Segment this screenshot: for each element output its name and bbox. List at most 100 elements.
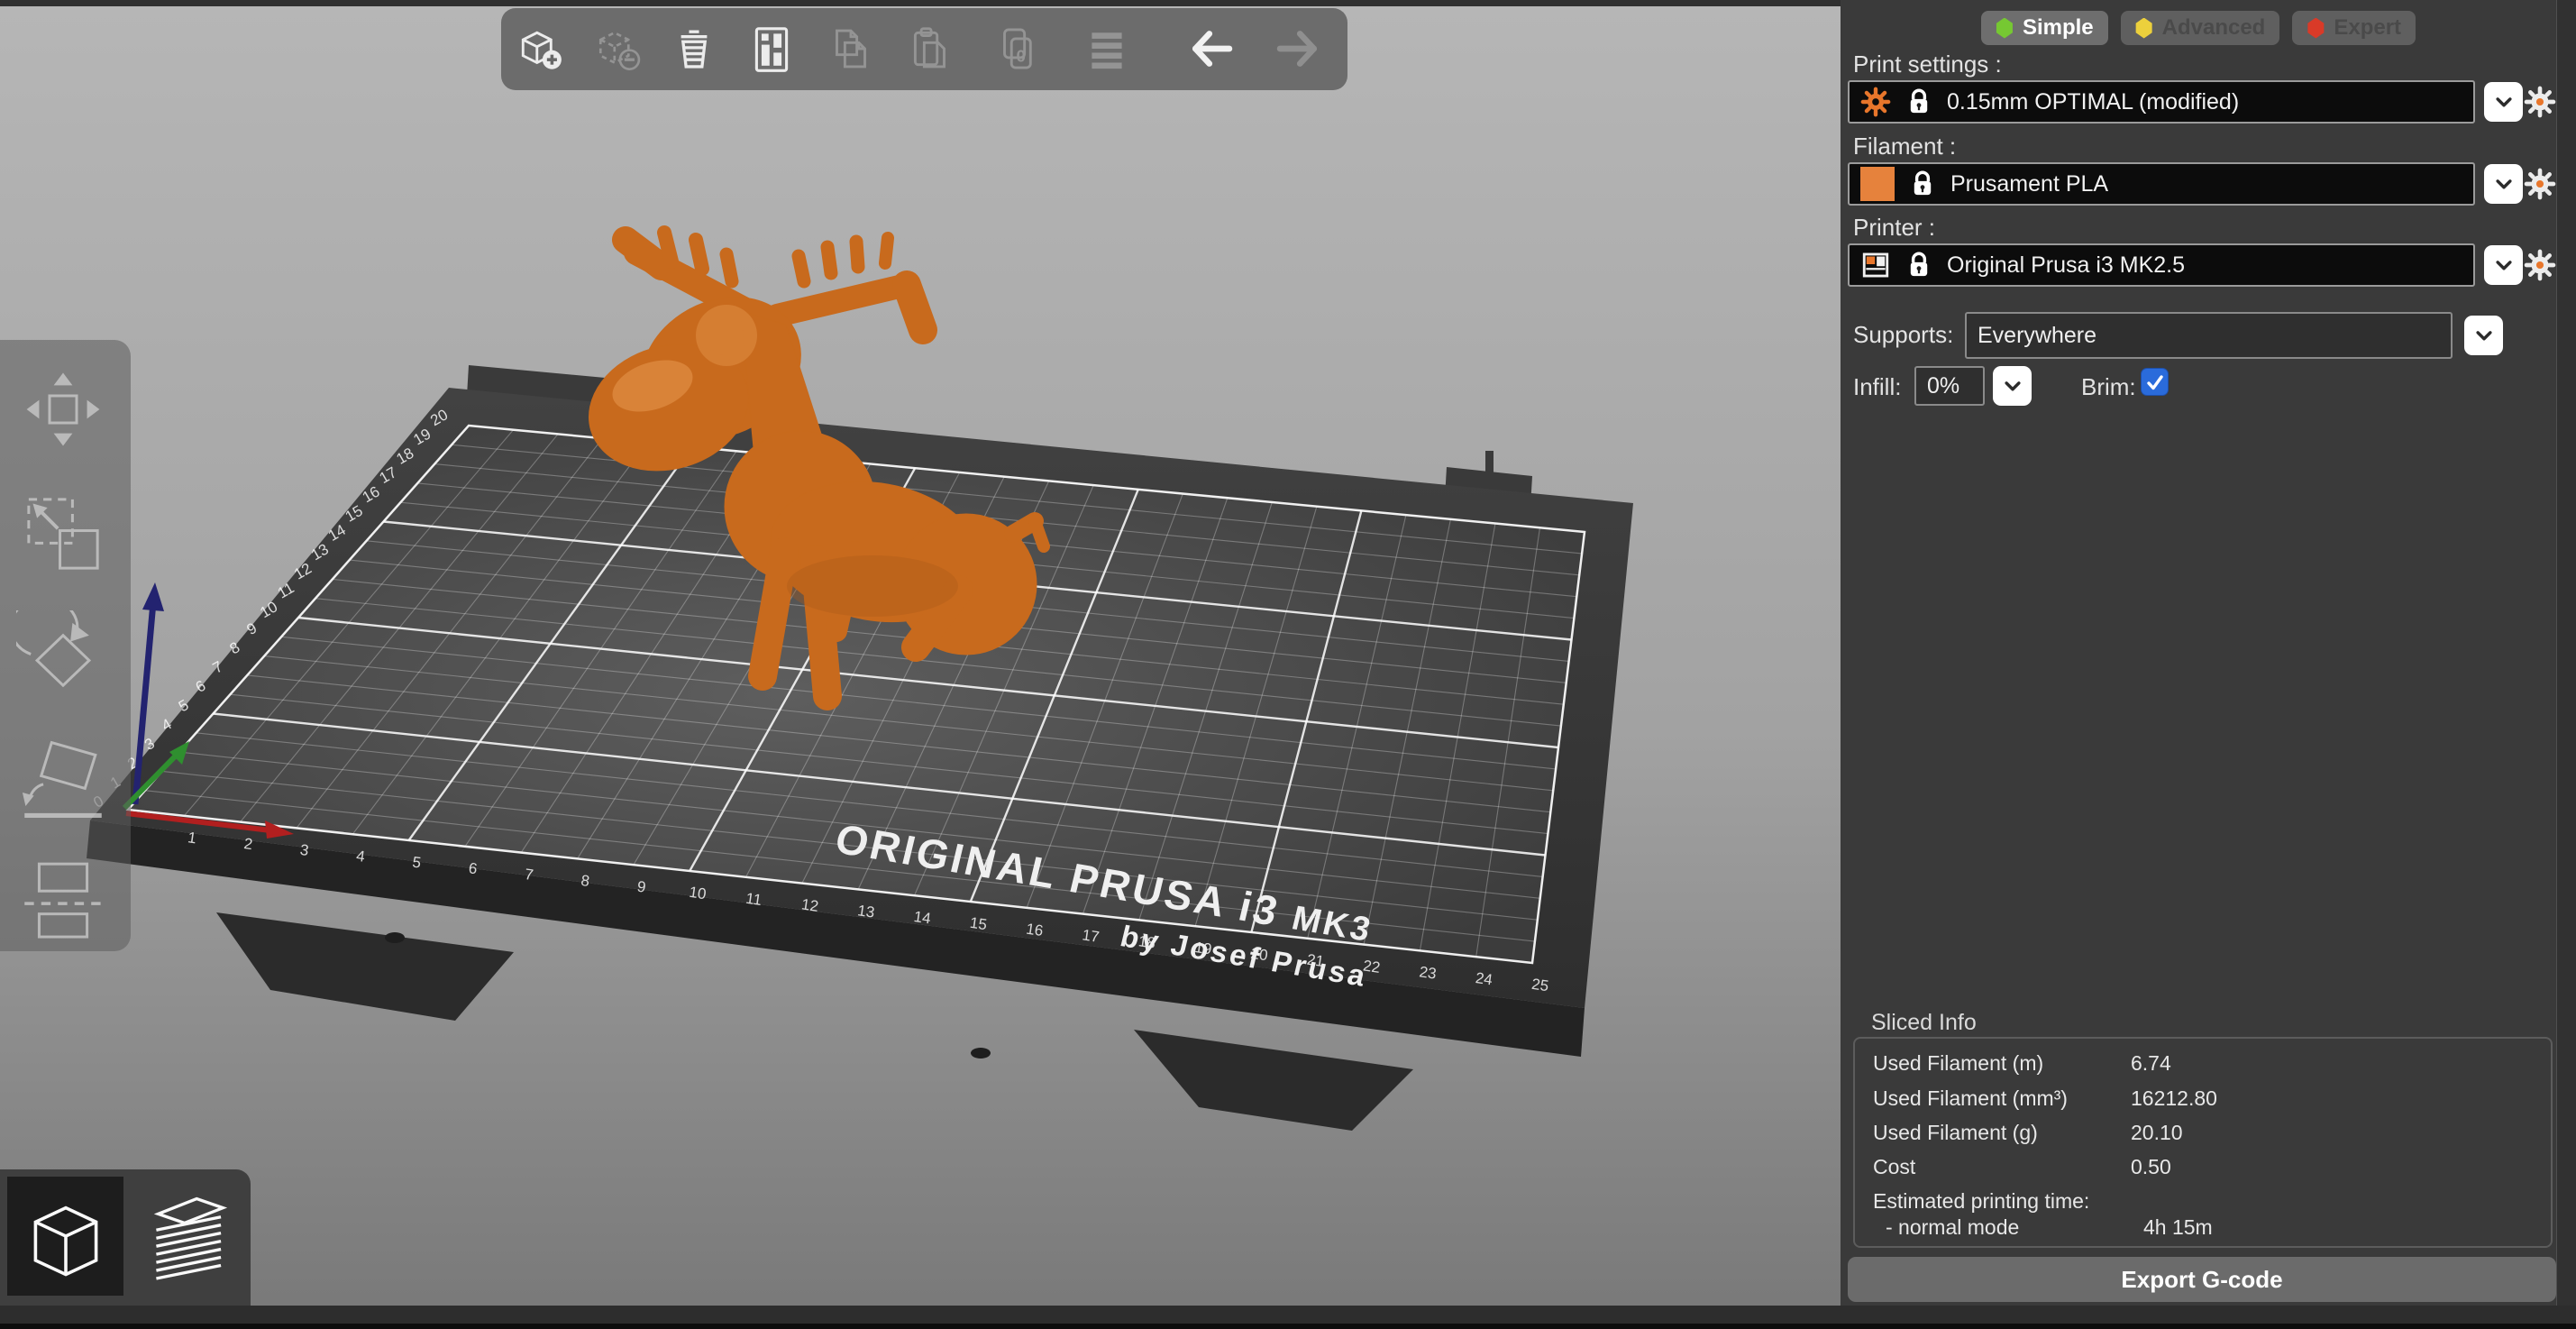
filament-value: Prusament PLA [1950, 171, 2108, 197]
mode-expert-label: Expert [2334, 15, 2401, 41]
lock-icon [1904, 250, 1934, 280]
viewport-3d: 1234567891011121314151617181920212223242… [0, 0, 1841, 1329]
add-cube-icon [511, 21, 567, 77]
filament-combo[interactable]: Prusament PLA [1848, 162, 2475, 206]
status-bar [0, 1306, 2576, 1324]
printer-gear-button[interactable] [2524, 249, 2556, 281]
bed-ruler-number: 12 [800, 895, 819, 914]
sliced-info-row: Used Filament (m) 6.74 [1873, 1051, 2531, 1076]
sidebar-scrollbar[interactable] [2556, 0, 2576, 1306]
split-button[interactable] [1073, 14, 1141, 83]
mode-expert-button[interactable]: Expert [2292, 11, 2416, 45]
mode-simple-label: Simple [2023, 15, 2094, 41]
mode-switcher: Simple Advanced Expert [1841, 11, 2556, 45]
prusaslicer-window: 1234567891011121314151617181920212223242… [0, 0, 2576, 1329]
chevron-down-icon [2490, 88, 2517, 115]
gear-icon [2524, 249, 2556, 281]
layers-icon [1079, 21, 1135, 77]
sliced-info-title: Sliced Info [1871, 1010, 1977, 1036]
brim-checkbox[interactable] [2141, 368, 2169, 396]
sliced-info-row: - normal mode 4h 15m [1873, 1215, 2531, 1240]
delete-all-button[interactable] [660, 14, 728, 83]
window-bottom-edge [0, 1324, 2576, 1329]
chevron-down-icon [1999, 372, 2026, 399]
lock-icon [1904, 87, 1934, 117]
copy-button[interactable] [817, 14, 885, 83]
left-toolbar [0, 340, 131, 951]
print-settings-combo[interactable]: 0.15mm OPTIMAL (modified) [1848, 80, 2475, 124]
undo-button[interactable] [1177, 14, 1246, 83]
print-settings-label: Print settings : [1853, 50, 2002, 78]
trash-icon [666, 21, 722, 77]
sliced-info-row: Used Filament (g) 20.10 [1873, 1121, 2531, 1145]
expert-mode-icon [2307, 18, 2325, 39]
sliced-info-row: Used Filament (mm³) 16212.80 [1873, 1086, 2531, 1111]
instances-button[interactable]: 0 [984, 14, 1053, 83]
scale-icon [16, 487, 110, 581]
view-layers-button[interactable] [128, 1177, 244, 1296]
bed-ruler-number: 16 [1025, 921, 1044, 939]
bed-ruler-number: 24 [1475, 969, 1494, 988]
arrange-button[interactable] [737, 14, 806, 83]
paste-icon [902, 21, 958, 77]
supports-label: Supports: [1853, 321, 1953, 349]
cut-tool-button[interactable] [9, 843, 117, 949]
infill-value: 0% [1927, 373, 1959, 399]
bed-ruler-number: 25 [1530, 976, 1549, 994]
filament-gear-button[interactable] [2524, 168, 2556, 200]
instances-icon: 0 [991, 21, 1046, 77]
print-settings-gear-button[interactable] [2524, 86, 2556, 118]
rotate-icon [16, 610, 110, 704]
gear-icon [2524, 168, 2556, 200]
add-object-button[interactable] [505, 14, 573, 83]
mode-simple-button[interactable]: Simple [1981, 11, 2108, 45]
supports-dropdown-button[interactable] [2464, 316, 2503, 355]
infill-dropdown-button[interactable] [1993, 366, 2032, 406]
bed-ruler-number: 17 [1082, 926, 1101, 945]
bed-ruler-number: 13 [856, 902, 875, 921]
sliced-info-row: Cost 0.50 [1873, 1155, 2531, 1179]
print-settings-value: 0.15mm OPTIMAL (modified) [1947, 89, 2239, 115]
filament-dropdown-button[interactable] [2484, 164, 2523, 204]
sliced-info-row: Estimated printing time: [1873, 1189, 2531, 1214]
layers-stack-icon [136, 1186, 237, 1287]
lock-icon [1907, 169, 1938, 199]
brim-label: Brim: [2081, 373, 2136, 401]
redo-button[interactable] [1264, 14, 1332, 83]
supports-combo[interactable]: Everywhere [1965, 312, 2453, 359]
delete-object-button[interactable] [582, 14, 651, 83]
bed-ruler-number: 14 [913, 908, 932, 927]
check-icon [2144, 371, 2166, 393]
scale-tool-button[interactable] [9, 481, 117, 587]
mode-advanced-label: Advanced [2162, 15, 2266, 41]
view-3d-button[interactable] [7, 1177, 123, 1296]
svg-text:0: 0 [1017, 46, 1026, 65]
supports-value: Everywhere [1978, 323, 2096, 349]
place-on-face-tool-button[interactable] [9, 726, 117, 832]
arrange-icon [744, 21, 799, 77]
remove-cube-icon [589, 21, 644, 77]
move-tool-button[interactable] [9, 356, 117, 463]
bed-ruler-number: 10 [688, 884, 707, 903]
printer-combo[interactable]: Original Prusa i3 MK2.5 [1848, 243, 2475, 287]
place-on-face-icon [16, 732, 110, 826]
undo-arrow-icon [1183, 21, 1239, 77]
view-toggle-panel [0, 1169, 251, 1306]
rotate-tool-button[interactable] [9, 604, 117, 710]
simple-mode-icon [1996, 18, 2014, 39]
paste-button[interactable] [896, 14, 964, 83]
mode-advanced-button[interactable]: Advanced [2121, 11, 2280, 45]
infill-combo[interactable]: 0% [1914, 366, 1985, 406]
chevron-down-icon [2471, 322, 2498, 349]
redo-arrow-icon [1270, 21, 1326, 77]
filament-label: Filament : [1853, 133, 1956, 160]
printer-label: Printer : [1853, 214, 1935, 242]
print-settings-dropdown-button[interactable] [2484, 82, 2523, 122]
printer-dropdown-button[interactable] [2484, 245, 2523, 285]
bed-ruler-number: 11 [744, 890, 763, 909]
bed-ruler-number: 23 [1418, 963, 1437, 982]
gear-icon [1860, 87, 1891, 117]
export-gcode-button[interactable]: Export G-code [1848, 1257, 2556, 1302]
cube-3d-icon [15, 1186, 116, 1287]
gear-icon [2524, 86, 2556, 118]
